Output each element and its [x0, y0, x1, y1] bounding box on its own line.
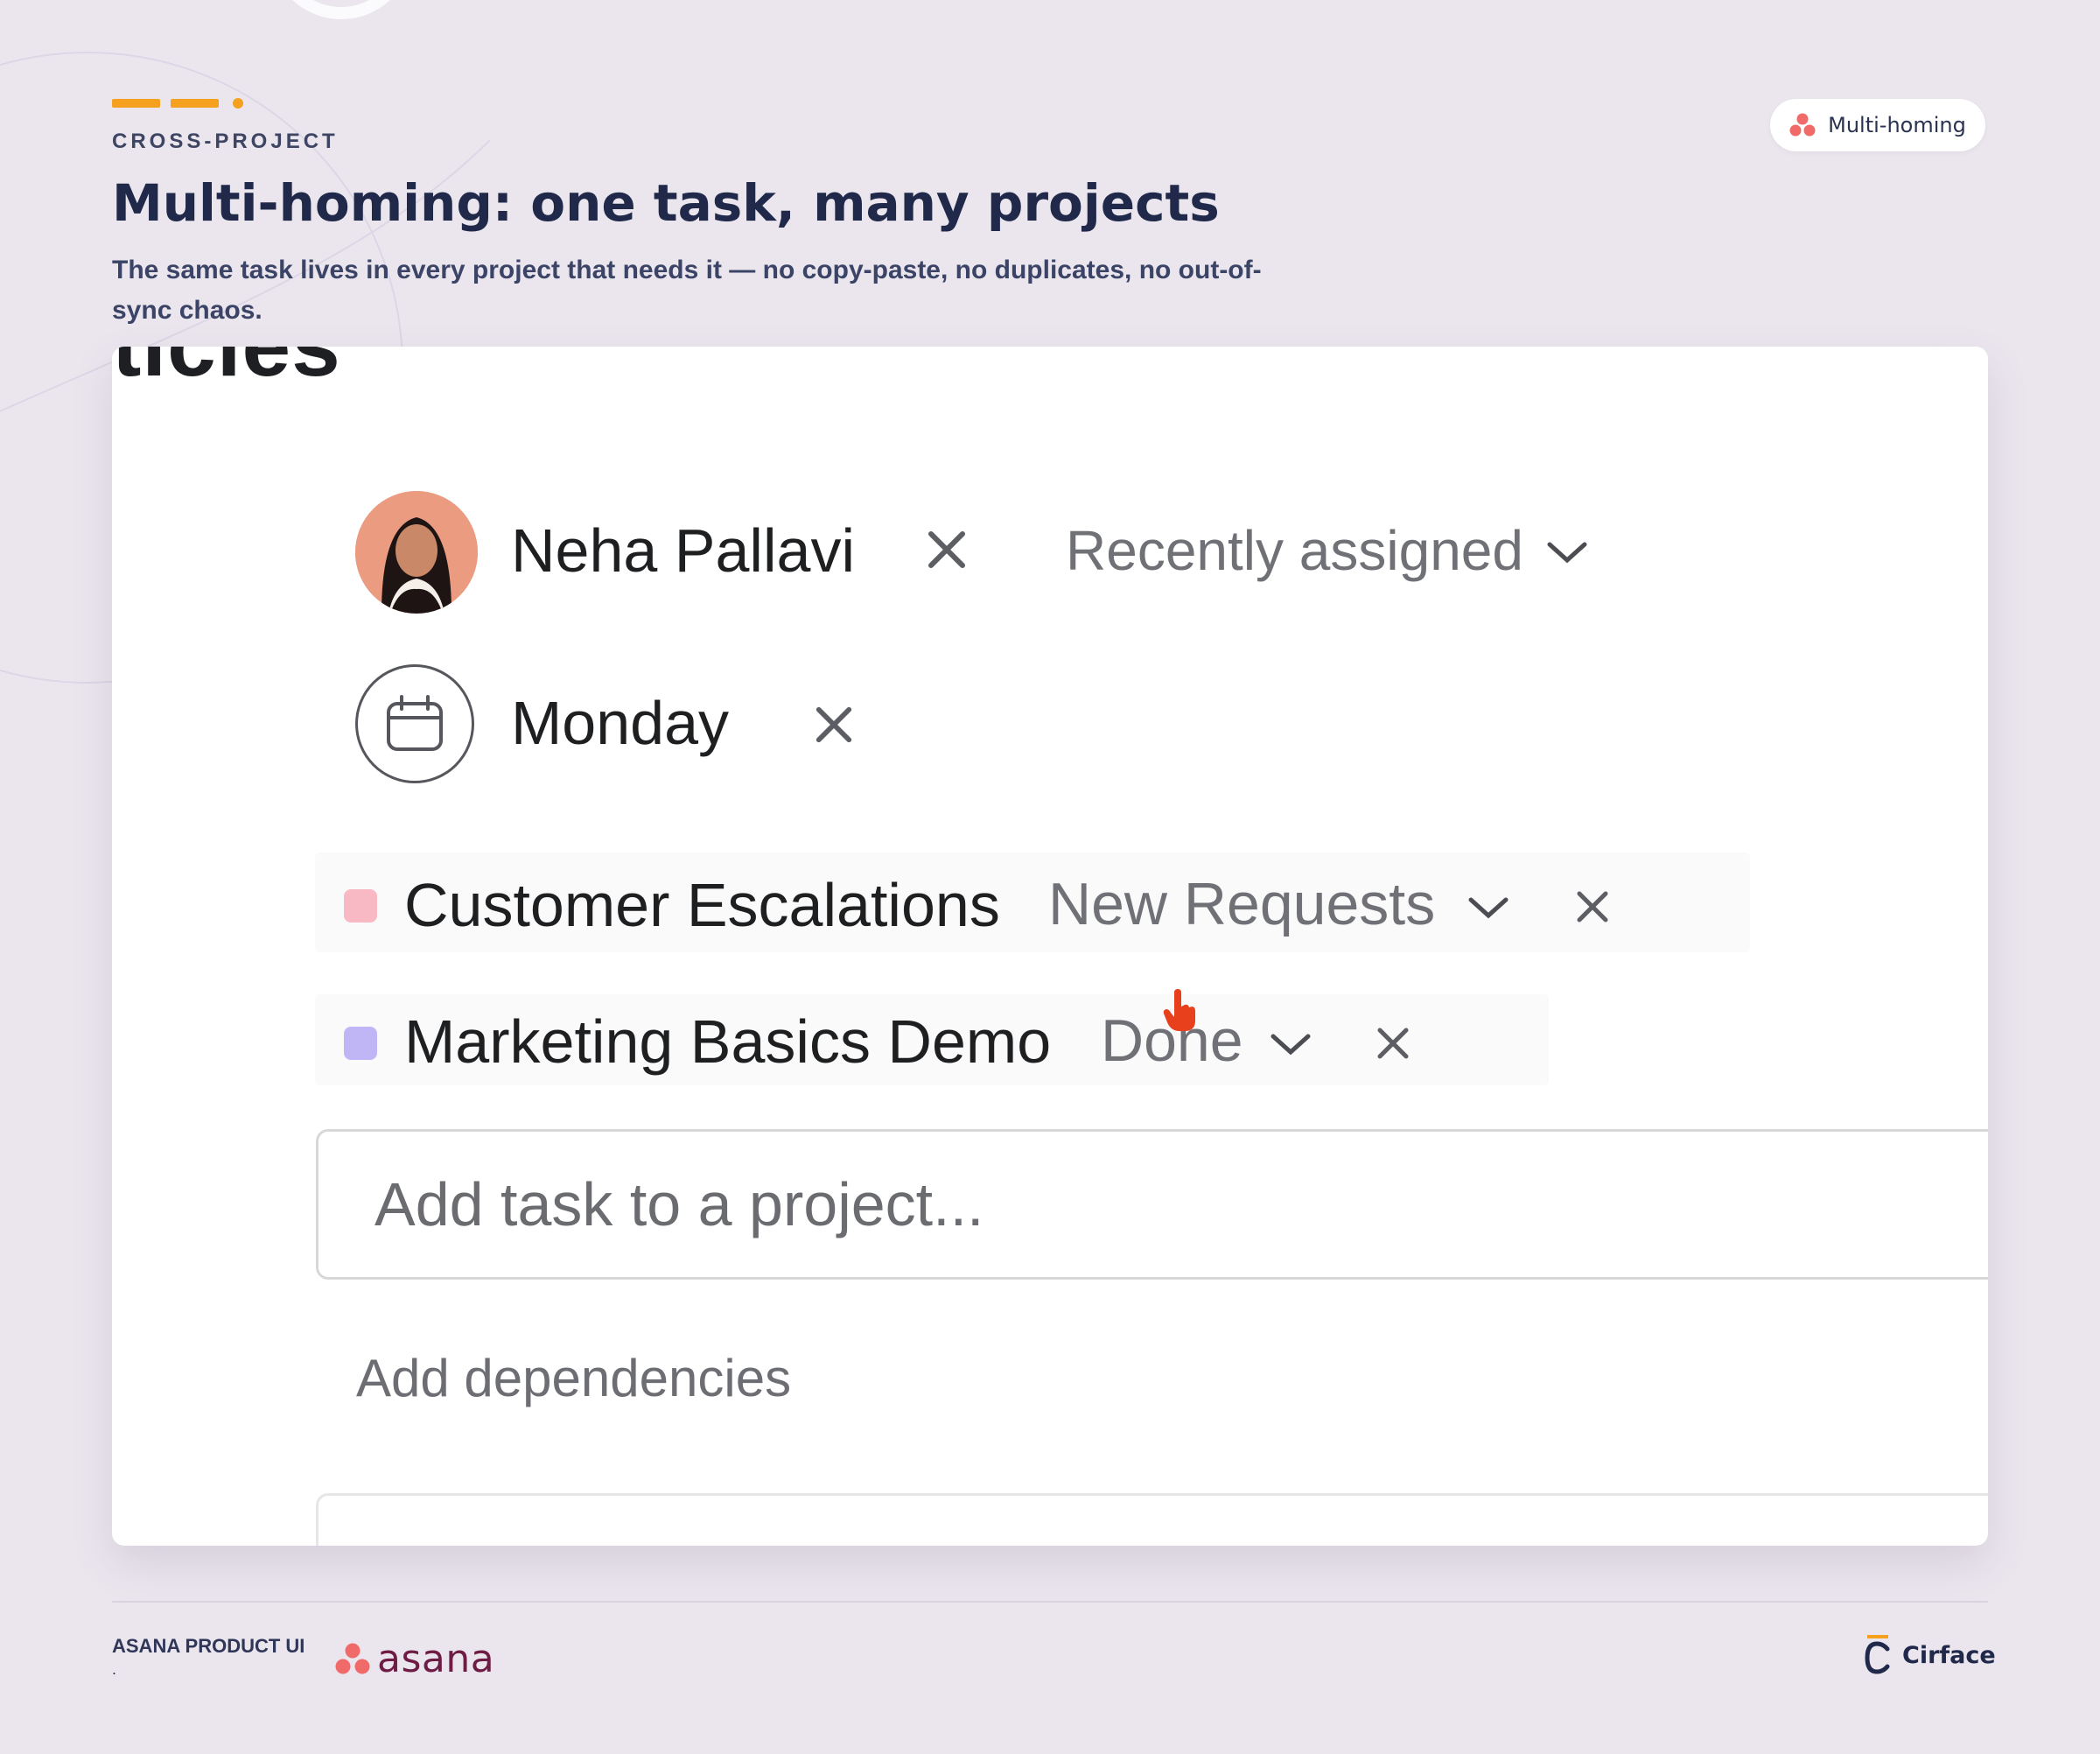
- page-subtitle: The same task lives in every project tha…: [112, 256, 1262, 325]
- footer-divider: [112, 1601, 1988, 1603]
- close-icon: [1377, 1028, 1409, 1059]
- add-to-project-input[interactable]: Add task to a project...: [316, 1129, 1988, 1280]
- close-icon: [928, 531, 965, 568]
- remove-due-date-button[interactable]: [808, 698, 860, 751]
- asana-logo: asana: [335, 1637, 494, 1681]
- source-dot: .: [112, 1660, 117, 1678]
- assignee-name: Neha Pallavi: [511, 516, 855, 585]
- project-name[interactable]: Marketing Basics Demo: [404, 1007, 1051, 1077]
- chevron-down-icon[interactable]: [1269, 1031, 1312, 1057]
- multi-homing-badge: Multi-homing: [1770, 99, 1985, 151]
- project-color-swatch: [344, 889, 377, 923]
- eyebrow-label: CROSS-PROJECT: [112, 130, 339, 153]
- add-dependencies-link[interactable]: Add dependencies: [356, 1348, 791, 1408]
- recently-assigned-dropdown[interactable]: Recently assigned: [1066, 518, 1523, 583]
- chevron-down-icon[interactable]: [1466, 895, 1510, 921]
- due-date-button[interactable]: [355, 664, 474, 783]
- remove-project-button[interactable]: [1367, 1017, 1419, 1070]
- task-detail-card: ticles Neha Pallavi Recently assigned Mo…: [112, 347, 1988, 1546]
- project-name[interactable]: Customer Escalations: [404, 870, 1000, 940]
- calendar-icon: [387, 695, 443, 751]
- asana-dots-icon: [1789, 113, 1816, 137]
- close-icon: [1577, 891, 1608, 923]
- description-field[interactable]: [316, 1493, 1988, 1546]
- close-icon: [816, 706, 852, 743]
- project-color-swatch: [344, 1027, 377, 1060]
- accent-bar: [112, 98, 243, 109]
- cirface-logo: Cirface: [1864, 1635, 1996, 1675]
- brand-name: Cirface: [1902, 1641, 1996, 1669]
- badge-label: Multi-homing: [1828, 113, 1966, 137]
- remove-assignee-button[interactable]: [920, 523, 973, 576]
- hand-cursor-icon: [1163, 989, 1195, 1031]
- asana-dots-icon: [335, 1643, 370, 1673]
- cirface-mark-icon: [1865, 1635, 1890, 1674]
- remove-project-button[interactable]: [1566, 881, 1619, 933]
- asana-wordmark: asana: [377, 1637, 495, 1681]
- source-label: ASANA PRODUCT UI: [112, 1635, 305, 1657]
- avatar[interactable]: [355, 491, 478, 614]
- page-title: Multi-homing: one task, many projects: [112, 173, 1220, 233]
- section-dropdown[interactable]: New Requests: [1048, 870, 1435, 938]
- chevron-down-icon[interactable]: [1545, 539, 1589, 565]
- due-date-label: Monday: [511, 689, 730, 757]
- task-title-fragment: ticles: [112, 347, 341, 396]
